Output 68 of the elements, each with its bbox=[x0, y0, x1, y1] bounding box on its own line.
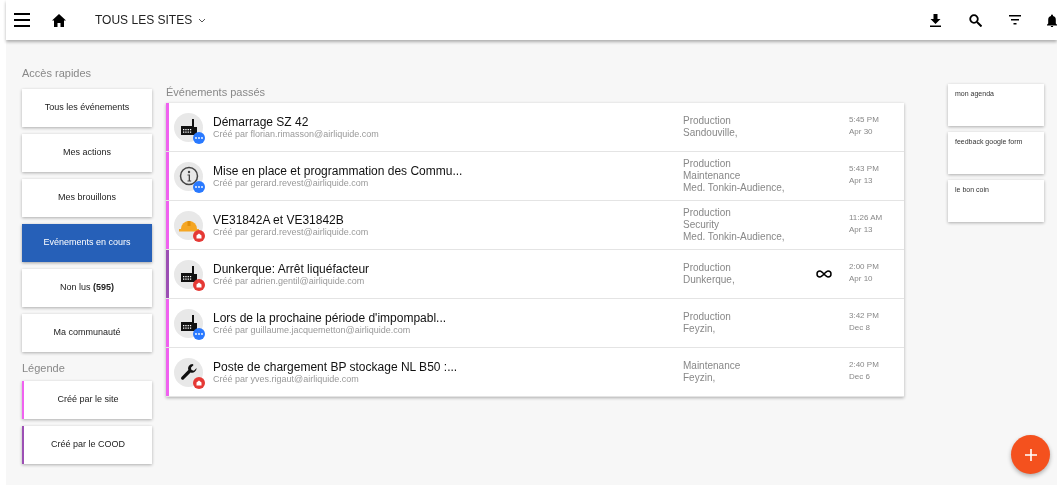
chevron-down-icon bbox=[198, 17, 207, 23]
section-title: Événements passés bbox=[166, 85, 267, 99]
event-author: Créé par gerard.revest@airliquide.com bbox=[213, 177, 369, 189]
event-time: 3:42 PM bbox=[849, 310, 879, 322]
bell-icon[interactable] bbox=[1047, 13, 1057, 27]
pending-badge bbox=[193, 327, 205, 340]
event-tag: Med. Tonkin-Audience, bbox=[683, 231, 813, 243]
event-tag: Sandouville, bbox=[683, 127, 813, 139]
event-author: Créé par yves.rigaut@airliquide.com bbox=[213, 373, 359, 385]
event-date: Apr 13 bbox=[849, 175, 874, 187]
event-title[interactable]: Poste de chargement BP stockage NL B50 :... bbox=[213, 359, 683, 374]
legend-label: Créé par le site bbox=[57, 393, 119, 407]
event-tag: Production bbox=[683, 115, 813, 127]
event-time: 5:43 PM bbox=[849, 163, 879, 175]
event-time: 2:40 PM bbox=[849, 359, 879, 371]
event-date: Apr 10 bbox=[849, 273, 874, 285]
plus-icon bbox=[1024, 448, 1037, 461]
section-title: Légende bbox=[22, 361, 66, 374]
event-tag: Med. Tonkin-Audience, bbox=[683, 182, 813, 194]
info-icon bbox=[178, 166, 199, 186]
event-tag: Feyzin, bbox=[683, 323, 813, 335]
event-time: 2:00 PM bbox=[849, 261, 879, 273]
search-icon[interactable] bbox=[969, 13, 982, 27]
wrench-icon bbox=[179, 363, 198, 381]
event-title[interactable]: Mise en place et programmation des Commu... bbox=[213, 163, 683, 178]
event-time: 5:45 PM bbox=[849, 114, 879, 126]
event-tag: Feyzin, bbox=[683, 372, 813, 384]
event-title[interactable]: Lors de la prochaine période d'impompabl... bbox=[213, 310, 683, 325]
quick-access-item[interactable]: Tous les événements bbox=[22, 89, 152, 127]
legend-label: Créé par le COOD bbox=[51, 438, 125, 452]
quick-access-item[interactable]: Mes brouillons bbox=[22, 179, 152, 217]
pending-badge bbox=[193, 180, 205, 193]
event-date: Apr 30 bbox=[849, 126, 874, 138]
event-title[interactable]: Dunkerque: Arrêt liquéfacteur bbox=[213, 261, 683, 276]
event-tag: Dunkerque, bbox=[683, 274, 813, 286]
event-tag: Production bbox=[683, 158, 813, 170]
event-title[interactable]: VE31842A et VE31842B bbox=[213, 212, 683, 227]
event-author: Créé par guillaume.jacquemetton@airliquide.com bbox=[213, 324, 411, 336]
quick-access-item[interactable]: Mes actions bbox=[22, 134, 152, 172]
home-icon[interactable] bbox=[52, 13, 66, 27]
quick-access-item[interactable]: Non lus (595) bbox=[22, 269, 152, 307]
event-tag: Production bbox=[683, 207, 813, 219]
factory-icon bbox=[179, 314, 198, 332]
event-date: Apr 13 bbox=[849, 224, 874, 236]
site-selector[interactable]: TOUS LES SITES bbox=[95, 11, 207, 29]
pending-badge bbox=[193, 131, 205, 144]
event-author: Créé par adrien.gentil@airliquide.com bbox=[213, 275, 365, 287]
event-tag: Maintenance bbox=[683, 170, 813, 182]
alert-badge bbox=[193, 278, 205, 291]
filter-icon[interactable] bbox=[1009, 15, 1021, 25]
quick-access-item[interactable]: Evénements en cours bbox=[22, 224, 152, 262]
event-author: Créé par florian.rimasson@airliquide.com bbox=[213, 128, 380, 140]
event-date: Dec 8 bbox=[849, 322, 871, 334]
event-time: 11:26 AM bbox=[849, 212, 883, 224]
event-tag: Production bbox=[683, 311, 813, 323]
quick-access-item[interactable]: Ma communauté bbox=[22, 314, 152, 352]
alert-badge bbox=[193, 376, 205, 389]
section-title: Accès rapides bbox=[22, 66, 93, 79]
factory-icon bbox=[179, 118, 198, 136]
event-tag: Production bbox=[683, 262, 813, 274]
event-date: Dec 6 bbox=[849, 371, 871, 383]
factory-icon bbox=[179, 265, 198, 283]
download-icon[interactable] bbox=[930, 13, 941, 27]
menu-icon[interactable] bbox=[14, 13, 30, 27]
event-tag: Maintenance bbox=[683, 360, 813, 372]
event-tag: Security bbox=[683, 219, 813, 231]
event-title[interactable]: Démarrage SZ 42 bbox=[213, 114, 683, 129]
event-author: Créé par gerard.revest@airliquide.com bbox=[213, 226, 370, 238]
